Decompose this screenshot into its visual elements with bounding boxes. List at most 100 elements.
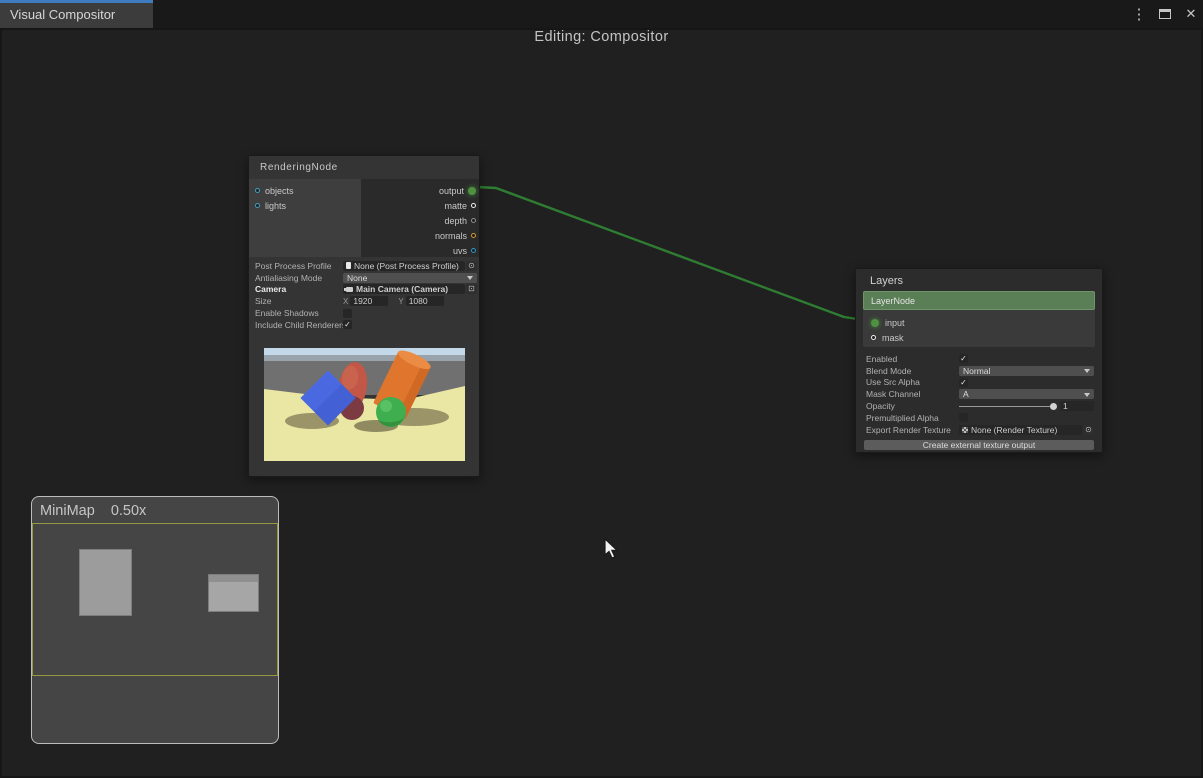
enabled-label: Enabled	[866, 354, 959, 364]
opacity-slider-handle[interactable]	[1050, 403, 1057, 410]
include-child-renderers-label: Include Child Renderers	[255, 320, 343, 330]
blend-mode-label: Blend Mode	[866, 366, 959, 376]
port-row-mask: mask	[863, 330, 1095, 345]
prop-blend-mode: Blend Mode Normal	[866, 365, 1094, 377]
layers-node-title[interactable]: Layers	[856, 269, 1102, 291]
size-x-label: X	[343, 297, 348, 306]
enable-shadows-checkbox[interactable]	[343, 309, 352, 318]
export-render-texture-value: None (Render Texture)	[971, 425, 1057, 435]
minimap-title: MiniMap 0.50x	[32, 497, 278, 523]
close-icon[interactable]: ✕	[1183, 6, 1199, 22]
preview-image	[264, 348, 465, 461]
profile-doc-icon	[346, 262, 351, 269]
mask-channel-dropdown[interactable]: A	[959, 389, 1094, 399]
lights-port-label: lights	[265, 201, 286, 211]
prop-mask-channel: Mask Channel A	[866, 388, 1094, 400]
port-row-output: output	[361, 183, 479, 198]
port-row-lights: lights	[249, 198, 361, 213]
prop-premultiplied-alpha: Premultiplied Alpha	[866, 412, 1094, 424]
use-src-alpha-checkbox[interactable]: ✓	[959, 378, 968, 387]
maximize-icon[interactable]	[1157, 7, 1173, 22]
rendering-node[interactable]: RenderingNode objects lights output	[248, 155, 480, 477]
layer-stack: LayerNode input mask	[863, 291, 1095, 347]
port-row-depth: depth	[361, 213, 479, 228]
blend-mode-dropdown[interactable]: Normal	[959, 366, 1094, 376]
mask-port-icon[interactable]	[871, 335, 876, 340]
output-port-icon[interactable]	[468, 187, 476, 195]
camera-value: Main Camera (Camera)	[356, 284, 448, 294]
maximize-glyph	[1159, 9, 1171, 19]
size-x-value: 1920	[353, 296, 372, 306]
export-render-texture-label: Export Render Texture	[866, 425, 959, 435]
lights-port-icon[interactable]	[255, 203, 260, 208]
opacity-slider[interactable]	[959, 403, 1057, 410]
chevron-down-icon	[1084, 393, 1090, 397]
camera-icon	[346, 287, 353, 292]
matte-port-icon[interactable]	[471, 203, 476, 208]
premultiplied-alpha-label: Premultiplied Alpha	[866, 413, 959, 423]
blend-mode-value: Normal	[963, 366, 990, 376]
minimap-layers-node-proxy[interactable]	[208, 574, 259, 612]
rendering-node-properties: Post Process Profile None (Post Process …	[249, 257, 479, 331]
rendering-node-outputs: output matte depth normals	[361, 179, 479, 257]
size-y-label: Y	[398, 297, 403, 306]
objects-port-icon[interactable]	[255, 188, 260, 193]
minimap-zoom-level: 0.50x	[111, 503, 146, 519]
export-render-texture-field[interactable]: None (Render Texture)	[959, 425, 1082, 435]
enabled-checkbox[interactable]: ✓	[959, 354, 968, 363]
prop-export-render-texture: Export Render Texture None (Render Textu…	[866, 424, 1094, 436]
port-row-objects: objects	[249, 183, 361, 198]
tab-visual-compositor[interactable]: Visual Compositor	[0, 0, 153, 28]
port-row-uvs: uvs	[361, 243, 479, 258]
size-x-input[interactable]: 1920	[350, 296, 388, 306]
include-child-renderers-checkbox[interactable]: ✓	[343, 320, 352, 329]
selected-layer-item[interactable]: LayerNode	[863, 291, 1095, 310]
uvs-port-icon[interactable]	[471, 248, 476, 253]
rendering-node-title[interactable]: RenderingNode	[249, 156, 479, 179]
depth-port-icon[interactable]	[471, 218, 476, 223]
object-picker-icon[interactable]: ⊙	[466, 261, 477, 271]
opacity-input[interactable]: 1	[1060, 401, 1094, 411]
normals-port-label: normals	[435, 231, 467, 241]
camera-picker-icon[interactable]: ⊡	[466, 284, 477, 294]
antialiasing-mode-dropdown[interactable]: None	[343, 273, 477, 283]
chevron-down-icon	[1084, 369, 1090, 373]
opacity-label: Opacity	[866, 401, 959, 411]
premultiplied-alpha-checkbox[interactable]	[959, 413, 968, 422]
size-y-input[interactable]: 1080	[406, 296, 444, 306]
prop-camera: Camera Main Camera (Camera) ⊡	[255, 284, 477, 296]
prop-antialiasing-mode: Antialiasing Mode None	[255, 272, 477, 284]
size-label: Size	[255, 296, 343, 306]
post-process-profile-field[interactable]: None (Post Process Profile)	[343, 261, 465, 271]
prop-size: Size X 1920 Y 1080	[255, 295, 477, 307]
visual-compositor-window: Visual Compositor ⋮ ✕ Editing: Composito…	[0, 0, 1203, 778]
post-process-profile-label: Post Process Profile	[255, 261, 343, 271]
titlebar: Visual Compositor ⋮ ✕	[0, 0, 1203, 28]
size-y-value: 1080	[409, 296, 428, 306]
input-port-icon[interactable]	[871, 319, 879, 327]
prop-opacity: Opacity 1	[866, 400, 1094, 412]
mask-port-label: mask	[882, 333, 904, 343]
output-port-label: output	[439, 186, 464, 196]
object-picker-icon[interactable]: ⊙	[1083, 425, 1094, 435]
create-external-texture-output-button[interactable]: Create external texture output	[864, 440, 1094, 450]
layers-node[interactable]: Layers LayerNode input mask Enabled ✓	[855, 268, 1103, 453]
minimap-rendering-node-proxy[interactable]	[79, 549, 132, 616]
render-texture-icon	[962, 427, 968, 433]
menu-icon[interactable]: ⋮	[1131, 5, 1147, 23]
minimap-title-text: MiniMap	[40, 503, 95, 519]
port-row-matte: matte	[361, 198, 479, 213]
camera-field[interactable]: Main Camera (Camera)	[343, 284, 465, 294]
use-src-alpha-label: Use Src Alpha	[866, 377, 959, 387]
connection-edge[interactable]	[477, 187, 871, 321]
normals-port-icon[interactable]	[471, 233, 476, 238]
tab-label: Visual Compositor	[10, 7, 115, 22]
opacity-slider-track	[959, 406, 1052, 407]
minimap[interactable]: MiniMap 0.50x	[31, 496, 279, 744]
rendering-node-inputs: objects lights	[249, 179, 361, 257]
opacity-value: 1	[1063, 401, 1068, 411]
antialiasing-mode-label: Antialiasing Mode	[255, 273, 343, 283]
uvs-port-label: uvs	[453, 246, 467, 256]
objects-port-label: objects	[265, 186, 294, 196]
graph-canvas[interactable]: Editing: Compositor RenderingNode object…	[0, 28, 1203, 778]
